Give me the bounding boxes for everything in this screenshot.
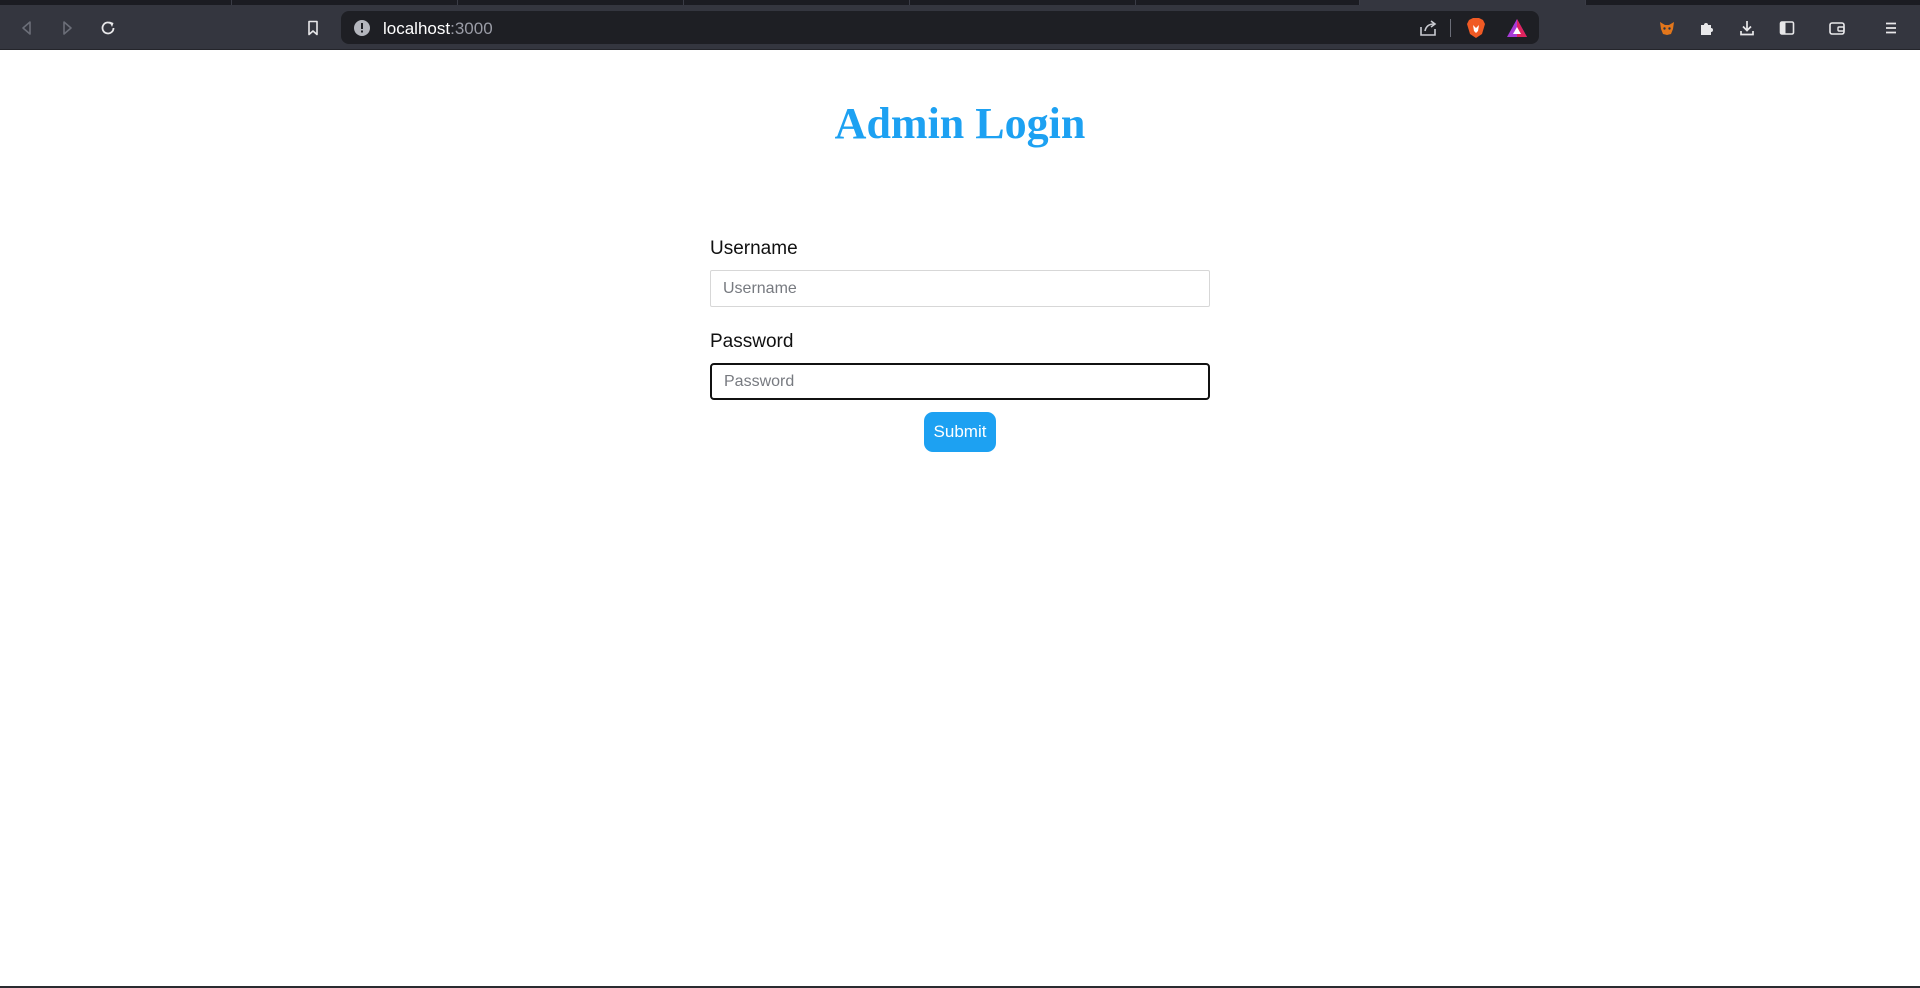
browser-toolbar: localhost:3000 [0,5,1920,50]
submit-row: Submit [710,412,1210,452]
brave-shields-icon[interactable] [1465,16,1487,40]
forward-icon[interactable] [52,13,82,43]
address-bar-divider [1450,19,1451,37]
brave-rewards-icon[interactable] [1505,17,1529,39]
back-icon[interactable] [12,13,42,43]
url-port: :3000 [450,19,493,38]
download-icon[interactable] [1732,13,1762,43]
url-host: localhost [383,19,451,38]
address-bar[interactable]: localhost:3000 [341,11,1539,44]
menu-icon[interactable] [1876,13,1906,43]
url-text[interactable]: localhost:3000 [383,19,493,39]
username-label: Username [710,238,798,259]
sidebar-icon[interactable] [1772,13,1802,43]
password-input[interactable] [710,363,1210,400]
login-form: Username Password Submit [710,236,1210,452]
page-title: Admin Login [834,99,1086,148]
password-label: Password [710,331,794,352]
wallet-icon[interactable] [1822,13,1852,43]
extensions-icon[interactable] [1692,13,1722,43]
username-input[interactable] [710,270,1210,307]
share-icon[interactable] [1417,17,1439,39]
reload-icon[interactable] [93,13,123,43]
submit-button[interactable]: Submit [924,412,996,452]
metamask-icon[interactable] [1652,13,1682,43]
bookmark-icon[interactable] [298,13,328,43]
site-info-icon[interactable] [353,19,371,37]
